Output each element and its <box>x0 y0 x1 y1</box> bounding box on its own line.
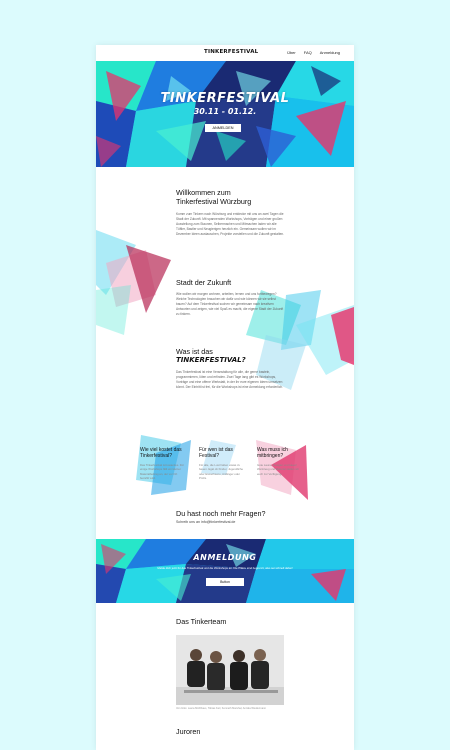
city-text: Wie wollen wir morgen wohnen, arbeiten, … <box>176 292 284 316</box>
what-text: Das Tinkerfestival ist eine Veranstaltun… <box>176 370 283 389</box>
what-title-line1: Was ist das <box>176 347 213 356</box>
what-title-line2: TINKERFESTIVAL? <box>176 356 246 364</box>
faq-bring-text: Gute Laune, Neugier und Ideen! Werkzeug … <box>257 463 299 476</box>
team-caption: Von links: Laura Mühlhaus, Tobias Keil, … <box>176 707 267 710</box>
faq-cost-title: Wie viel kostet das Tinkerfestival? <box>140 447 182 459</box>
team-photo <box>176 635 284 705</box>
faq-audience-text: Für alle, die Lust haben etwas zu bauen.… <box>199 463 244 481</box>
faq-cost-text: Das Tinkerfestival ist kostenlos. Für ei… <box>140 463 184 481</box>
questions-title: Du hast noch mehr Fragen? <box>176 509 266 518</box>
registration-title: ANMELDUNG <box>193 553 257 562</box>
registration-pattern <box>96 539 354 603</box>
welcome-text: Komm zum Tinkern nach Würzburg und entde… <box>176 212 285 236</box>
faq-bring-title: Was muss ich mitbringen? <box>257 447 288 459</box>
questions-email-link[interactable]: Schreib uns an info@tinkerfestival.de <box>176 520 286 525</box>
registration-text: Melde dich jetzt für das Tinkerfestival … <box>157 566 293 570</box>
web-page: TINKERFESTIVAL Über FAQ Anmeldung TINKER… <box>96 45 354 750</box>
team-title: Das Tinkerteam <box>176 617 227 626</box>
faq-audience-title: Für wen ist das Festival? <box>199 447 233 459</box>
welcome-title-line2: Tinkerfestival Würzburg <box>176 197 252 206</box>
registration-section: ANMELDUNG Melde dich jetzt für das Tinke… <box>96 539 354 603</box>
registration-button[interactable]: Button <box>206 578 244 586</box>
city-title: Stadt der Zukunft <box>176 278 232 287</box>
welcome-title-line1: Willkommen zum <box>176 188 231 197</box>
jurors-title: Juroren <box>176 727 201 736</box>
